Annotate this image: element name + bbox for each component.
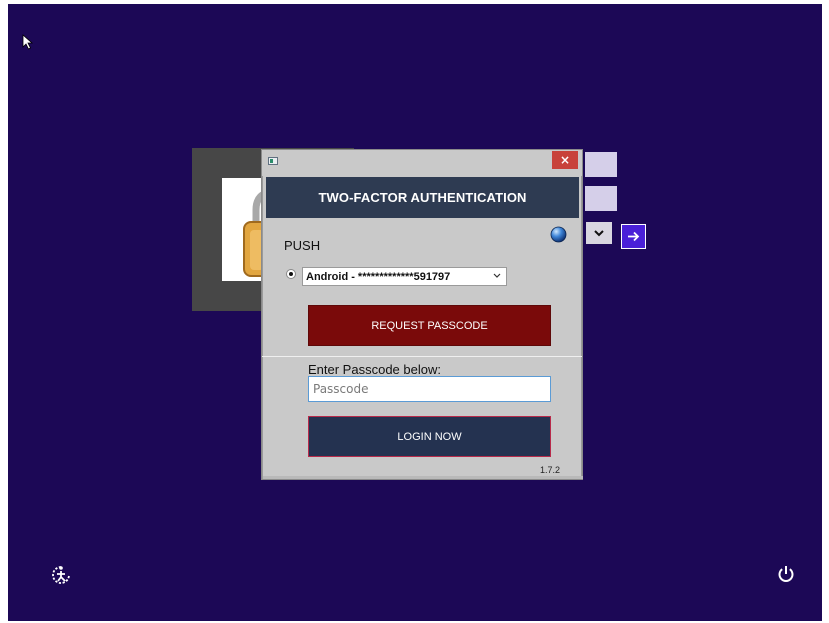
chevron-down-icon (493, 273, 501, 278)
password-field-edge[interactable] (585, 186, 617, 211)
sign-in-options-dropdown[interactable] (586, 222, 612, 244)
username-field-edge[interactable] (585, 152, 617, 177)
app-icon (268, 157, 278, 165)
globe-icon[interactable] (550, 226, 567, 243)
device-select[interactable]: Android - *************591797 (302, 267, 507, 286)
submit-button[interactable] (621, 224, 646, 249)
dialog-bottom-strip (263, 476, 583, 479)
divider (262, 356, 582, 357)
close-icon: × (559, 153, 571, 167)
dialog-title: TWO-FACTOR AUTHENTICATION (318, 190, 527, 205)
login-now-button[interactable]: LOGIN NOW (308, 416, 551, 457)
request-passcode-button[interactable]: REQUEST PASSCODE (308, 305, 551, 346)
dialog-titlebar[interactable]: × (262, 150, 582, 176)
passcode-prompt: Enter Passcode below: (308, 362, 441, 377)
lock-screen: × TWO-FACTOR AUTHENTICATION PUSH Android… (8, 4, 822, 621)
push-method-label: PUSH (284, 238, 321, 253)
login-now-label: LOGIN NOW (397, 430, 462, 443)
passcode-input[interactable] (308, 376, 551, 402)
mouse-cursor-icon (22, 34, 34, 50)
chevron-down-icon (594, 229, 604, 236)
version-label: 1.7.2 (540, 465, 561, 475)
request-passcode-label: REQUEST PASSCODE (371, 319, 488, 332)
close-button[interactable]: × (552, 151, 578, 169)
dialog-header: TWO-FACTOR AUTHENTICATION (266, 177, 579, 218)
device-select-value: Android - *************591797 (306, 270, 451, 283)
power-icon[interactable] (777, 565, 795, 583)
two-factor-dialog: × TWO-FACTOR AUTHENTICATION PUSH Android… (261, 149, 583, 480)
push-radio[interactable] (286, 269, 296, 279)
arrow-right-icon (628, 231, 640, 242)
ease-of-access-icon[interactable] (51, 565, 71, 585)
